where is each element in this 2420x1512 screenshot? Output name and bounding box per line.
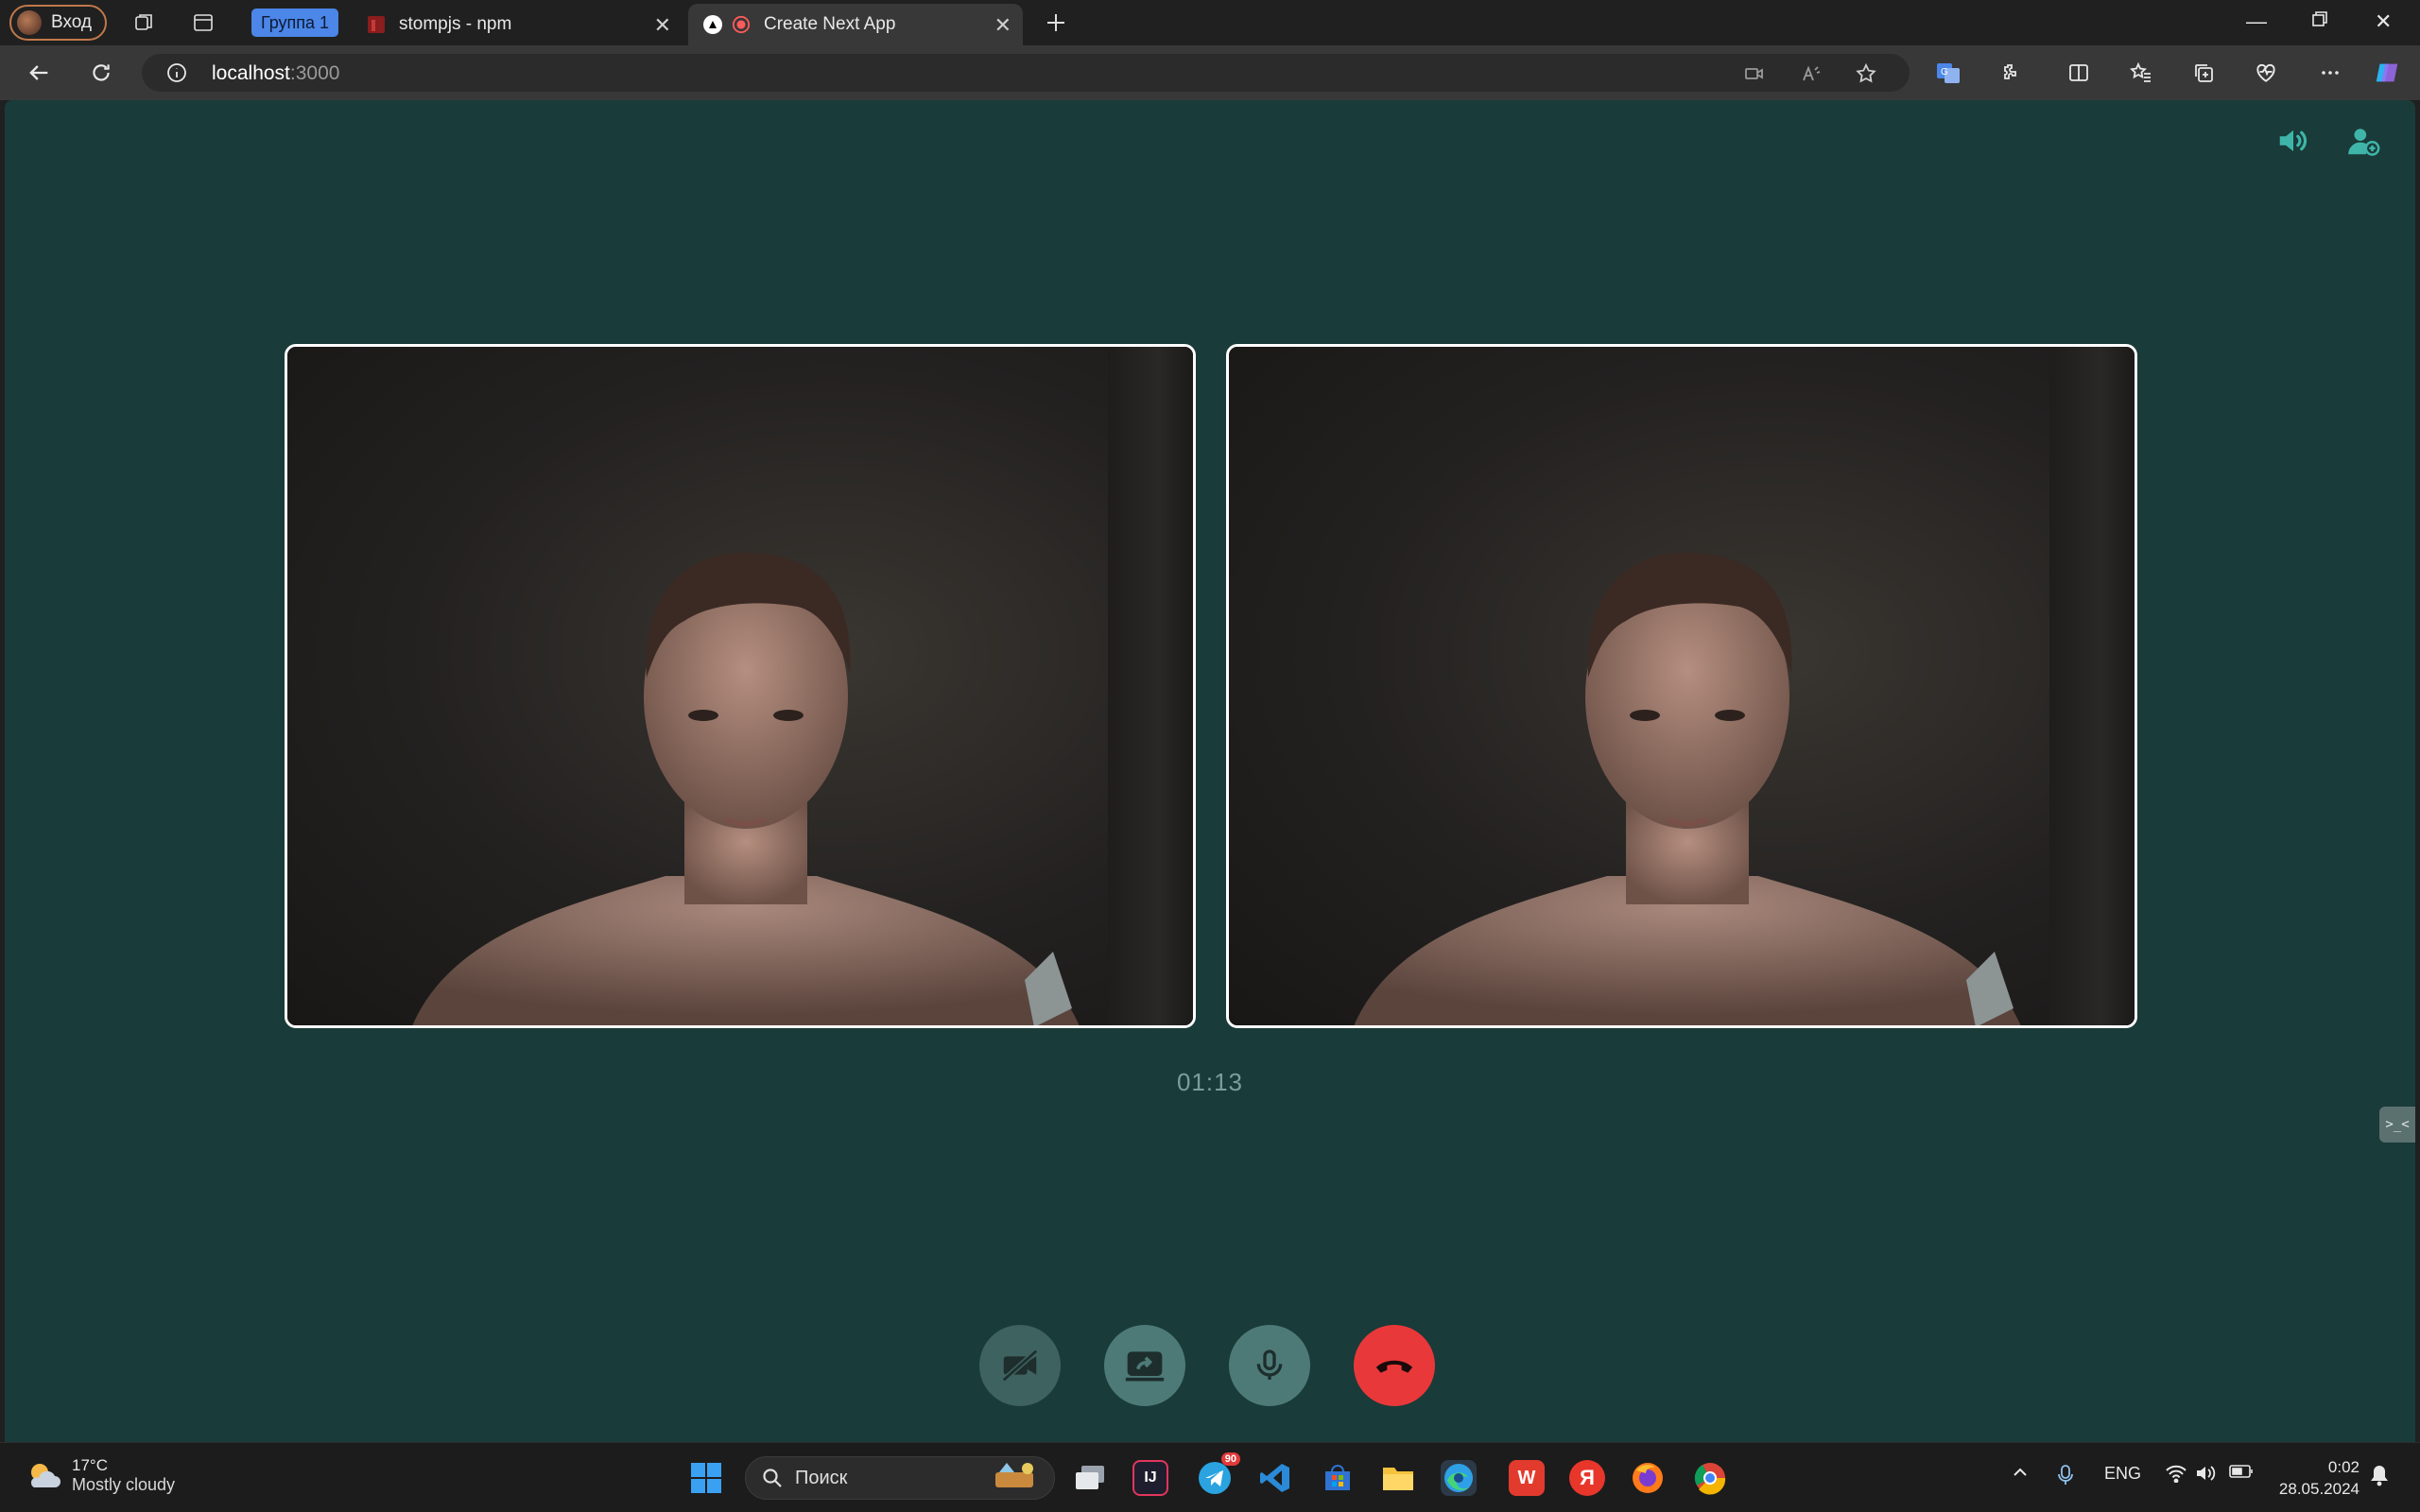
chrome-icon[interactable]	[1692, 1460, 1728, 1496]
vscode-icon[interactable]	[1257, 1460, 1293, 1496]
battery-icon[interactable]	[2229, 1464, 2254, 1484]
tab-stompjs[interactable]: stompjs - npm ✕	[352, 4, 683, 45]
profile-avatar	[17, 10, 42, 35]
collections-icon[interactable]	[2189, 59, 2218, 87]
url-text: localhost:3000	[212, 62, 340, 84]
intellij-icon[interactable]: IJ	[1132, 1460, 1168, 1496]
tab-title: Create Next App	[764, 14, 896, 34]
favorite-star-icon[interactable]	[1855, 62, 1877, 85]
address-bar[interactable]: localhost:3000	[142, 54, 1910, 92]
camera-toggle-button[interactable]	[979, 1325, 1061, 1406]
call-controls	[5, 1325, 2415, 1406]
profile-label: Вход	[51, 12, 92, 32]
devtools-tab[interactable]: >_<	[2379, 1107, 2415, 1143]
more-menu-icon[interactable]	[2316, 59, 2344, 87]
clock-date: 28.05.2024	[2278, 1480, 2360, 1498]
microphone-tray-icon[interactable]	[2057, 1464, 2074, 1491]
clock-time: 0:02	[2327, 1458, 2360, 1476]
top-actions	[2275, 123, 2381, 163]
close-tab-icon[interactable]: ✕	[994, 13, 1011, 38]
camera-permission-icon[interactable]	[1743, 62, 1766, 85]
reload-icon[interactable]	[87, 59, 115, 87]
remote-video	[1226, 344, 2137, 1028]
weather-temp: 17°C	[72, 1456, 108, 1474]
windows-taskbar: 17°C Mostly cloudy Поиск IJ 90 W Я ENG 0…	[0, 1442, 2420, 1512]
recording-icon	[732, 15, 751, 34]
video-call-page: 01:13 >_<	[5, 100, 2415, 1442]
workspaces-icon[interactable]	[132, 10, 157, 35]
person-silhouette	[1354, 552, 2021, 1025]
input-language[interactable]: ENG	[2104, 1464, 2141, 1484]
microphone-icon	[1256, 1349, 1283, 1380]
minimize-icon[interactable]: —	[2246, 9, 2267, 34]
speaker-icon[interactable]	[2275, 123, 2311, 163]
edge-icon[interactable]	[1441, 1460, 1477, 1496]
copilot-icon[interactable]	[2373, 59, 2401, 87]
start-icon[interactable]	[688, 1460, 724, 1496]
nextjs-icon	[703, 15, 722, 34]
favorites-icon[interactable]	[2127, 59, 2155, 87]
search-highlight-icon	[990, 1459, 1043, 1497]
hang-up-button[interactable]	[1354, 1325, 1435, 1406]
volume-icon[interactable]	[2195, 1464, 2218, 1487]
read-aloud-icon[interactable]	[1800, 62, 1823, 85]
add-user-icon[interactable]	[2345, 123, 2381, 163]
firefox-icon[interactable]	[1630, 1460, 1666, 1496]
browser-essentials-icon[interactable]	[2252, 59, 2280, 87]
weather-desc: Mostly cloudy	[72, 1475, 176, 1494]
tab-group-chip[interactable]: Группа 1	[251, 9, 339, 37]
telegram-icon[interactable]: 90	[1197, 1452, 1240, 1496]
call-timer: 01:13	[1176, 1068, 1244, 1096]
screen-share-button[interactable]	[1104, 1325, 1185, 1406]
screen-share-icon	[1125, 1351, 1165, 1382]
system-clock[interactable]: 0:02 28.05.2024	[2279, 1456, 2360, 1500]
translate-icon[interactable]: G	[1934, 59, 1962, 87]
telegram-badge: 90	[1220, 1452, 1240, 1466]
file-explorer-icon[interactable]	[1380, 1460, 1416, 1496]
task-view-icon[interactable]	[1072, 1460, 1108, 1496]
show-hidden-icons[interactable]	[2012, 1464, 2029, 1486]
search-placeholder: Поиск	[795, 1467, 848, 1488]
wps-office-icon[interactable]: W	[1509, 1460, 1545, 1496]
browser-toolbar: localhost:3000 G	[0, 45, 2420, 100]
search-icon	[763, 1469, 782, 1487]
browser-titlebar: Вход Группа 1 stompjs - npm ✕ Create Nex…	[0, 0, 2420, 45]
microphone-button[interactable]	[1229, 1325, 1310, 1406]
close-window-icon[interactable]: ✕	[2375, 9, 2392, 34]
ms-store-icon[interactable]	[1320, 1460, 1356, 1496]
taskbar-search[interactable]: Поиск	[745, 1456, 1055, 1500]
restore-icon[interactable]	[2310, 9, 2329, 34]
close-tab-icon[interactable]: ✕	[654, 13, 671, 38]
svg-text:G: G	[1941, 67, 1948, 77]
phone-hangup-icon	[1375, 1360, 1413, 1373]
wifi-icon[interactable]	[2165, 1464, 2187, 1487]
new-tab-icon[interactable]	[1044, 10, 1068, 35]
back-icon[interactable]	[25, 59, 53, 87]
notifications-bell-icon[interactable]	[2369, 1464, 2390, 1491]
npm-icon	[367, 15, 386, 34]
camera-off-icon	[1001, 1349, 1039, 1383]
yandex-browser-icon[interactable]: Я	[1569, 1460, 1605, 1496]
vertical-tabs-icon[interactable]	[191, 10, 216, 35]
tab-create-next-app[interactable]: Create Next App ✕	[688, 4, 1023, 45]
tab-title: stompjs - npm	[399, 14, 512, 34]
site-info-icon[interactable]	[166, 62, 187, 88]
person-silhouette	[412, 552, 1080, 1025]
split-screen-icon[interactable]	[2065, 59, 2093, 87]
weather-widget[interactable]: 17°C Mostly cloudy	[25, 1456, 175, 1495]
local-video	[285, 344, 1196, 1028]
extensions-icon[interactable]	[1996, 59, 2025, 87]
profile-button[interactable]: Вход	[9, 5, 107, 41]
cloudy-weather-icon	[30, 1463, 60, 1487]
